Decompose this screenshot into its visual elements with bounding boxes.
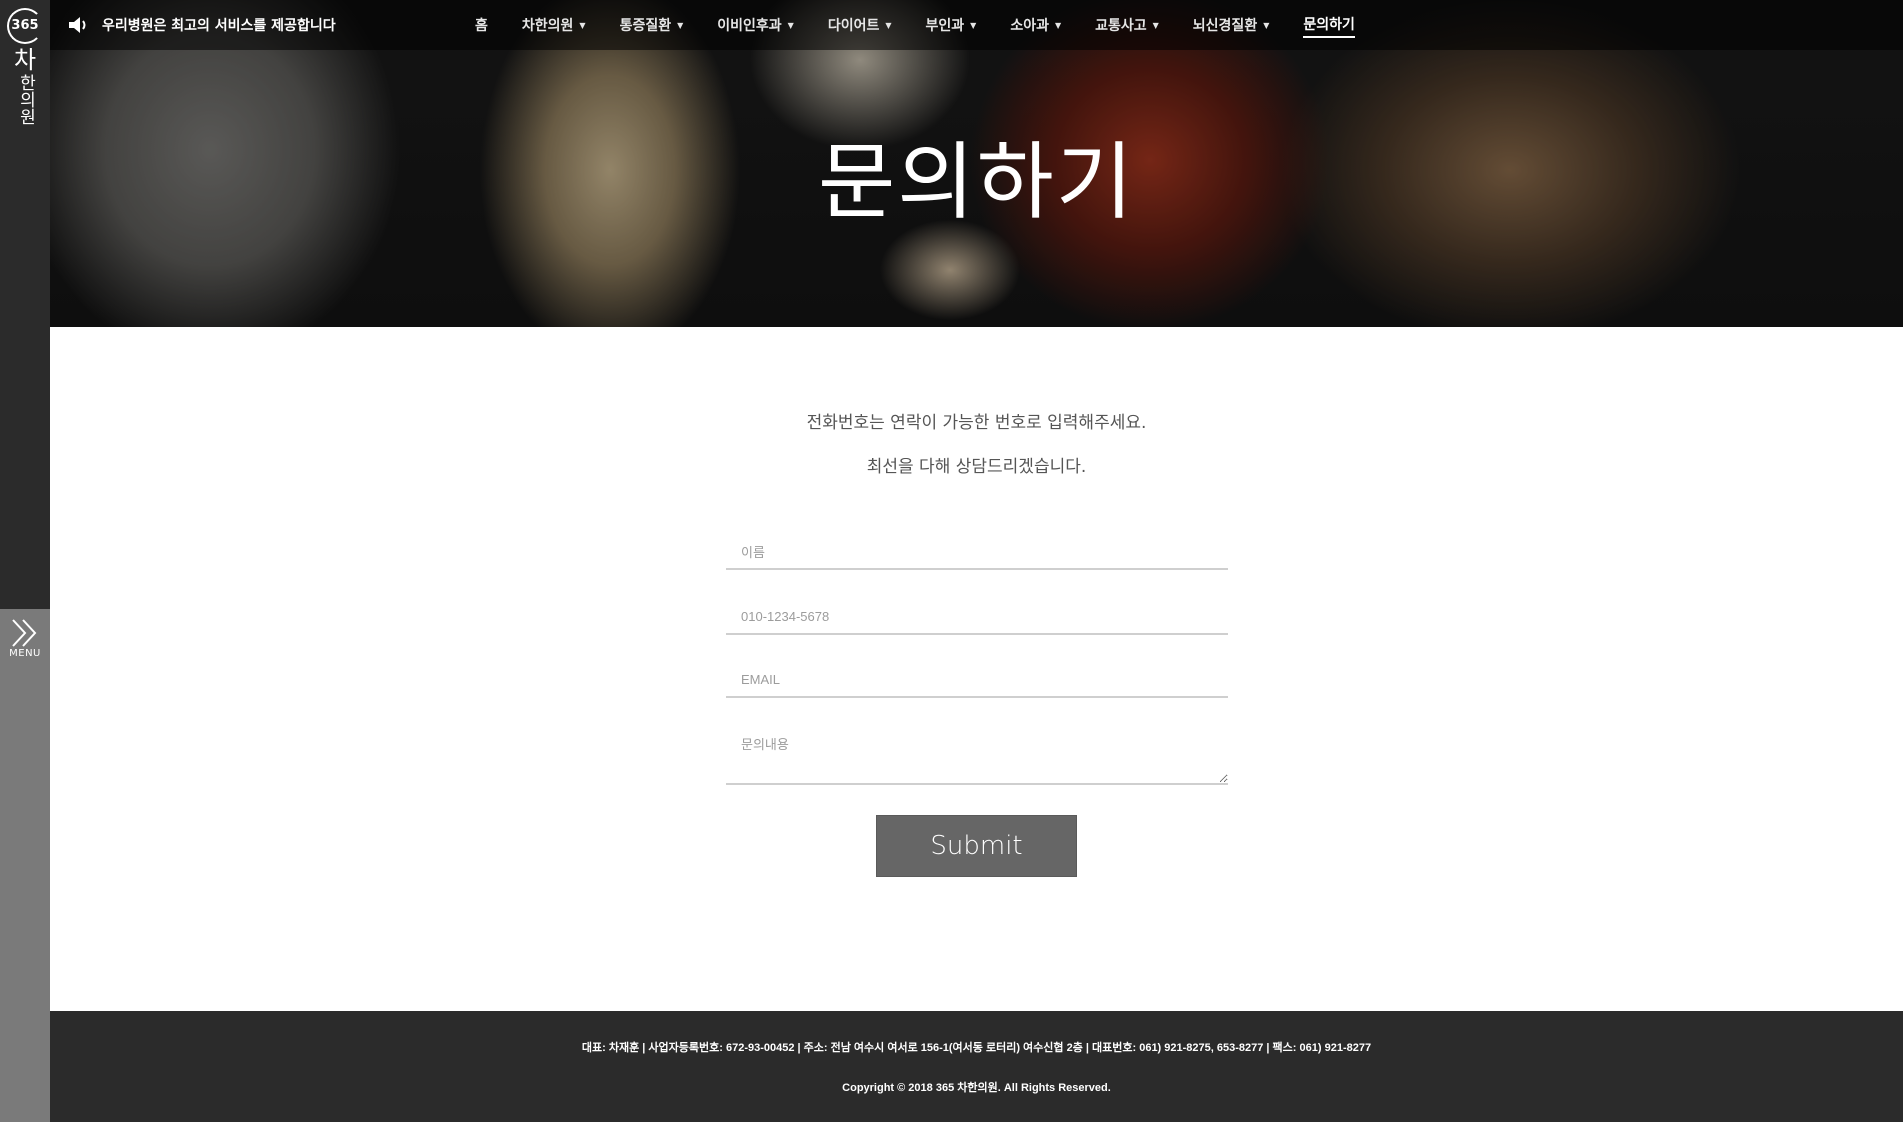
nav-label: 뇌신경질환 — [1192, 18, 1258, 34]
speaker-icon — [69, 17, 86, 33]
footer-copyright: Copyright © 2018 365 차한의원. All Rights Re… — [842, 1082, 1111, 1094]
nav-label: 다이어트 — [827, 18, 880, 34]
nav-item-diet[interactable]: 다이어트 ▼ — [828, 13, 892, 37]
side-menu-button[interactable]: MENU — [0, 618, 50, 659]
nav-item-cha-clinic[interactable]: 차한의원 ▼ — [522, 13, 586, 37]
logo-365-mark: 365 — [7, 8, 43, 44]
name-input[interactable] — [726, 536, 1228, 570]
caret-down-icon: ▼ — [677, 20, 684, 30]
nav-label: 소아과 — [1010, 18, 1049, 34]
nav-item-neuro[interactable]: 뇌신경질환 ▼ — [1193, 13, 1270, 37]
intro-line-1: 전화번호는 연락이 가능한 번호로 입력해주세요. — [806, 413, 1147, 433]
nav-item-pain[interactable]: 통증질환 ▼ — [620, 13, 684, 37]
email-input[interactable] — [726, 663, 1228, 698]
caret-down-icon: ▼ — [885, 20, 892, 30]
nav-item-contact[interactable]: 문의하기 — [1303, 12, 1355, 38]
main-nav: 홈 차한의원 ▼ 통증질환 ▼ 이비인후과 ▼ 다이어트 ▼ 부인과 ▼ 소아과 ▼ 교통사… — [475, 0, 1389, 50]
nav-label: 이비인후과 — [717, 18, 782, 34]
message-textarea[interactable] — [726, 726, 1228, 785]
footer: 대표: 차재훈 | 사업자등록번호: 672-93-00452 | 주소: 전남… — [50, 1011, 1903, 1122]
notice-text: 우리병원은 최고의 서비스를 제공합니다 — [102, 18, 336, 34]
nav-label: 차한의원 — [521, 18, 574, 34]
page-title: 문의하기 — [817, 133, 1136, 231]
nav-label: 홈 — [475, 18, 488, 34]
nav-item-gynecology[interactable]: 부인과 ▼ — [926, 13, 977, 37]
logo-name-sub: 한의원 — [4, 74, 46, 125]
nav-label: 통증질환 — [619, 18, 672, 34]
nav-item-home[interactable]: 홈 — [475, 13, 488, 37]
nav-label: 교통사고 — [1095, 18, 1147, 34]
caret-down-icon: ▼ — [1152, 20, 1159, 30]
logo-name-sub-text: 한의원 — [15, 74, 36, 125]
caret-down-icon: ▼ — [787, 20, 794, 30]
submit-button[interactable]: Submit — [876, 815, 1077, 877]
nav-item-traffic-accident[interactable]: 교통사고 ▼ — [1095, 13, 1159, 37]
footer-business-info: 대표: 차재훈 | 사업자등록번호: 672-93-00452 | 주소: 전남… — [581, 1042, 1372, 1054]
caret-down-icon: ▼ — [579, 20, 586, 30]
nav-label: 부인과 — [925, 18, 965, 34]
phone-input[interactable] — [726, 599, 1228, 635]
logo-name-main: 차 — [13, 46, 37, 74]
caret-down-icon: ▼ — [1054, 20, 1062, 30]
brand-logo[interactable]: 365 차 한의원 — [4, 8, 46, 125]
nav-item-ent[interactable]: 이비인후과 ▼ — [717, 13, 794, 37]
double-chevron-right-icon — [12, 619, 37, 647]
menu-label: MENU — [9, 648, 41, 659]
caret-down-icon: ▼ — [1263, 20, 1270, 30]
nav-item-pediatrics[interactable]: 소아과 ▼ — [1010, 13, 1061, 37]
nav-label: 문의하기 — [1303, 17, 1355, 33]
intro-line-2: 최선을 다해 상담드리겠습니다. — [866, 457, 1087, 477]
left-rail-lower — [0, 609, 50, 1122]
caret-down-icon: ▼ — [970, 20, 977, 30]
notice: 우리병원은 최고의 서비스를 제공합니다 — [68, 0, 336, 50]
top-navigation-bar: 우리병원은 최고의 서비스를 제공합니다 홈 차한의원 ▼ 통증질환 ▼ 이비인후과… — [50, 0, 1903, 50]
